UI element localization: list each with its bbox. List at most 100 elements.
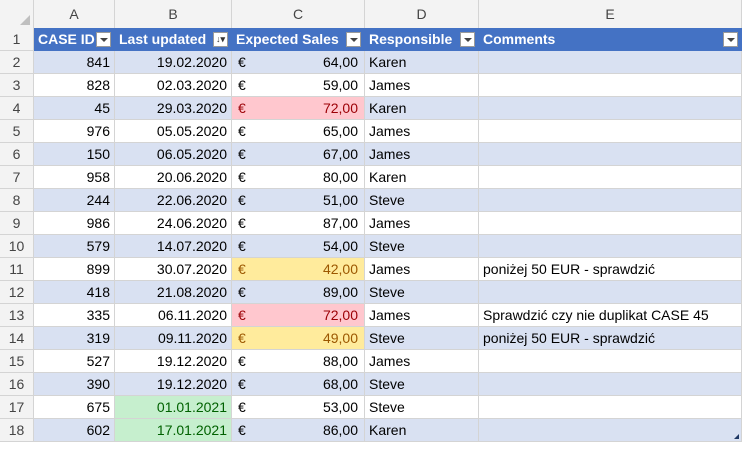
cell-responsible[interactable]: Karen — [365, 419, 479, 442]
cell-expected-sales[interactable]: €72,00 — [232, 97, 365, 120]
cell-comments[interactable] — [479, 235, 742, 258]
row-number[interactable]: 10 — [0, 235, 34, 258]
cell-case-id[interactable]: 418 — [34, 281, 115, 304]
cell-responsible[interactable]: James — [365, 143, 479, 166]
cell-case-id[interactable]: 390 — [34, 373, 115, 396]
cell-case-id[interactable]: 150 — [34, 143, 115, 166]
cell-expected-sales[interactable]: €87,00 — [232, 212, 365, 235]
sort-descending-filter-icon[interactable]: ↓▾ — [213, 32, 228, 47]
cell-responsible[interactable]: Steve — [365, 235, 479, 258]
cell-last-updated[interactable]: 21.08.2020 — [115, 281, 232, 304]
cell-last-updated[interactable]: 22.06.2020 — [115, 189, 232, 212]
cell-comments[interactable] — [479, 189, 742, 212]
cell-comments[interactable] — [479, 350, 742, 373]
cell-expected-sales[interactable]: €68,00 — [232, 373, 365, 396]
cell-expected-sales[interactable]: €86,00 — [232, 419, 365, 442]
cell-last-updated[interactable]: 19.12.2020 — [115, 350, 232, 373]
cell-case-id[interactable]: 976 — [34, 120, 115, 143]
cell-last-updated[interactable]: 17.01.2021 — [115, 419, 232, 442]
header-responsible[interactable]: Responsible — [365, 28, 479, 51]
cell-case-id[interactable]: 841 — [34, 51, 115, 74]
row-number[interactable]: 17 — [0, 396, 34, 419]
column-header-a[interactable]: A — [34, 0, 115, 28]
cell-case-id[interactable]: 319 — [34, 327, 115, 350]
cell-comments[interactable] — [479, 212, 742, 235]
cell-responsible[interactable]: James — [365, 212, 479, 235]
cell-last-updated[interactable]: 19.12.2020 — [115, 373, 232, 396]
row-number[interactable]: 7 — [0, 166, 34, 189]
cell-expected-sales[interactable]: €53,00 — [232, 396, 365, 419]
row-number[interactable]: 13 — [0, 304, 34, 327]
cell-comments[interactable] — [479, 281, 742, 304]
cell-last-updated[interactable]: 29.03.2020 — [115, 97, 232, 120]
row-number[interactable]: 6 — [0, 143, 34, 166]
header-case-id[interactable]: CASE ID — [34, 28, 115, 51]
row-number[interactable]: 14 — [0, 327, 34, 350]
cell-expected-sales[interactable]: €72,00 — [232, 304, 365, 327]
cell-last-updated[interactable]: 06.05.2020 — [115, 143, 232, 166]
cell-case-id[interactable]: 335 — [34, 304, 115, 327]
column-header-d[interactable]: D — [365, 0, 479, 28]
cell-comments[interactable] — [479, 373, 742, 396]
row-number[interactable]: 12 — [0, 281, 34, 304]
cell-responsible[interactable]: Karen — [365, 51, 479, 74]
cell-expected-sales[interactable]: €54,00 — [232, 235, 365, 258]
cell-expected-sales[interactable]: €49,00 — [232, 327, 365, 350]
cell-case-id[interactable]: 45 — [34, 97, 115, 120]
cell-last-updated[interactable]: 09.11.2020 — [115, 327, 232, 350]
cell-last-updated[interactable]: 14.07.2020 — [115, 235, 232, 258]
cell-last-updated[interactable]: 30.07.2020 — [115, 258, 232, 281]
cell-expected-sales[interactable]: €51,00 — [232, 189, 365, 212]
cell-expected-sales[interactable]: €89,00 — [232, 281, 365, 304]
cell-expected-sales[interactable]: €42,00 — [232, 258, 365, 281]
cell-responsible[interactable]: James — [365, 74, 479, 97]
header-last-updated[interactable]: Last updated ↓▾ — [115, 28, 232, 51]
cell-responsible[interactable]: James — [365, 350, 479, 373]
cell-case-id[interactable]: 244 — [34, 189, 115, 212]
cell-case-id[interactable]: 899 — [34, 258, 115, 281]
cell-last-updated[interactable]: 19.02.2020 — [115, 51, 232, 74]
header-comments[interactable]: Comments — [479, 28, 742, 51]
cell-last-updated[interactable]: 06.11.2020 — [115, 304, 232, 327]
row-number[interactable]: 15 — [0, 350, 34, 373]
cell-expected-sales[interactable]: €64,00 — [232, 51, 365, 74]
cell-case-id[interactable]: 527 — [34, 350, 115, 373]
cell-expected-sales[interactable]: €88,00 — [232, 350, 365, 373]
filter-dropdown-icon[interactable] — [460, 32, 475, 47]
cell-last-updated[interactable]: 24.06.2020 — [115, 212, 232, 235]
column-header-b[interactable]: B — [115, 0, 232, 28]
row-number[interactable]: 2 — [0, 51, 34, 74]
cell-case-id[interactable]: 958 — [34, 166, 115, 189]
cell-case-id[interactable]: 986 — [34, 212, 115, 235]
cell-comments[interactable] — [479, 419, 742, 442]
row-number[interactable]: 5 — [0, 120, 34, 143]
cell-comments[interactable] — [479, 97, 742, 120]
cell-responsible[interactable]: Steve — [365, 281, 479, 304]
column-header-c[interactable]: C — [232, 0, 365, 28]
row-number[interactable]: 3 — [0, 74, 34, 97]
row-number[interactable]: 16 — [0, 373, 34, 396]
cell-case-id[interactable]: 828 — [34, 74, 115, 97]
cell-expected-sales[interactable]: €67,00 — [232, 143, 365, 166]
row-number[interactable]: 18 — [0, 419, 34, 442]
cell-comments[interactable] — [479, 396, 742, 419]
cell-last-updated[interactable]: 20.06.2020 — [115, 166, 232, 189]
cell-responsible[interactable]: James — [365, 120, 479, 143]
cell-case-id[interactable]: 675 — [34, 396, 115, 419]
cell-comments[interactable]: poniżej 50 EUR - sprawdzić — [479, 327, 742, 350]
table-resize-handle-icon[interactable] — [734, 434, 739, 439]
cell-responsible[interactable]: Steve — [365, 189, 479, 212]
cell-case-id[interactable]: 579 — [34, 235, 115, 258]
cell-comments[interactable] — [479, 51, 742, 74]
row-number[interactable]: 11 — [0, 258, 34, 281]
cell-responsible[interactable]: Karen — [365, 97, 479, 120]
cell-comments[interactable] — [479, 143, 742, 166]
cell-responsible[interactable]: Steve — [365, 373, 479, 396]
cell-last-updated[interactable]: 05.05.2020 — [115, 120, 232, 143]
filter-dropdown-icon[interactable] — [346, 32, 361, 47]
cell-responsible[interactable]: Karen — [365, 166, 479, 189]
row-number[interactable]: 9 — [0, 212, 34, 235]
cell-comments[interactable]: poniżej 50 EUR - sprawdzić — [479, 258, 742, 281]
cell-responsible[interactable]: James — [365, 258, 479, 281]
cell-last-updated[interactable]: 02.03.2020 — [115, 74, 232, 97]
